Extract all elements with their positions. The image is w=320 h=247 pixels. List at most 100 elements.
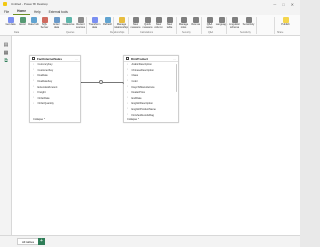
qa-icon (206, 17, 213, 23)
field-row[interactable]: ▫ OrderQuantity (30, 101, 80, 107)
ribbon-button-label: Q&A setup (206, 23, 213, 29)
report-view-icon[interactable]: ▤ (3, 42, 9, 48)
ribbon-button-view-as[interactable]: View as (190, 17, 201, 27)
ribbon-button-label: Enter data (53, 23, 60, 29)
ribbon-button-label: New measure (130, 23, 141, 29)
menu-tabs: File Home Help External tools (0, 8, 300, 15)
field-type-icon: ▫ (33, 62, 34, 66)
collapse-button[interactable]: Collapse ^ (33, 118, 45, 121)
ribbon-button-roles[interactable]: Manage roles (178, 17, 189, 30)
ribbon-separator (226, 17, 227, 34)
add-page-button[interactable]: + (38, 238, 45, 245)
ribbon-button-recent[interactable]: Recent sources (75, 17, 86, 30)
field-type-icon: ▫ (33, 90, 34, 94)
ribbon-button-label: Data hub (28, 23, 39, 26)
field-name: ExtendedAmount (37, 85, 58, 89)
ribbon-button-quick-measure[interactable]: Quick measure (142, 17, 153, 30)
new-table-icon (166, 17, 173, 23)
table-view-icon[interactable]: ▦ (3, 50, 9, 56)
ribbon-button-table[interactable]: Enter data (51, 17, 62, 30)
ribbon-button-label: Manage roles (178, 23, 189, 29)
field-type-icon: ▫ (127, 84, 128, 88)
language-icon (218, 17, 225, 23)
recent-icon (77, 17, 84, 23)
ribbon-separator (128, 17, 129, 34)
ribbon-button-database[interactable]: Get data (5, 17, 16, 27)
page-tab-all-tables[interactable]: All tables (17, 238, 40, 245)
ribbon-button-data-hub[interactable]: Data hub (28, 17, 39, 27)
table-card-factinternetsales[interactable]: FactInternetSales ··· ▫ CurrencyKey ▫ Custo… (29, 55, 81, 123)
field-name: EndDate (131, 96, 142, 100)
field-type-icon: ▫ (127, 90, 128, 94)
ribbon-button-label: Publish (281, 23, 290, 26)
new-column-icon (155, 17, 162, 23)
maximize-button[interactable]: □ (282, 2, 284, 7)
transform-icon (91, 17, 98, 23)
field-list: ▫ CurrencyKey ▫ CustomerKey ▫ DueDate ▫ DueDate… (30, 62, 80, 107)
ribbon-button-calculator[interactable]: New measure (130, 17, 141, 30)
window-title: Untitled - Power BI Desktop (11, 2, 48, 6)
ribbon-button-publish[interactable]: Publish (280, 17, 291, 27)
ribbon-button-dataverse[interactable]: Dataverse (63, 17, 74, 27)
field-list: ▫ ArabicDescription ▫ ChineseDescription ▫ Cl… (124, 62, 178, 118)
model-canvas[interactable]: FactInternetSales ··· ▫ CurrencyKey ▫ Custo… (12, 36, 300, 235)
ribbon-separator (201, 17, 202, 34)
more-options-icon[interactable]: ··· (173, 57, 176, 61)
refresh-icon (104, 17, 111, 23)
powerbi-logo-icon (3, 2, 7, 6)
data-hub-icon (30, 17, 37, 23)
ribbon-button-label: New column (154, 23, 163, 29)
view-switcher: ▤ ▦ ⧉ (0, 36, 12, 235)
ribbon-button-label: View as (190, 23, 201, 26)
schema-icon (231, 17, 238, 23)
ribbon-button-label: Get data (5, 23, 16, 26)
ribbon-button-sensitivity[interactable]: Sensitivity (243, 17, 254, 27)
ribbon-button-refresh[interactable]: Refresh (102, 17, 113, 27)
ribbon-button-label: Linguistic schema (229, 23, 240, 29)
field-type-icon: ▫ (127, 79, 128, 83)
page-tabs-bar: All tables + (0, 235, 300, 247)
one-cardinality-marker: 1 (122, 81, 124, 85)
minimize-button[interactable]: ─ (273, 2, 276, 7)
ribbon-button-new-table[interactable]: New table (164, 17, 175, 30)
ribbon-button-excel[interactable]: Excel (17, 17, 28, 27)
field-name: Freight (37, 91, 46, 95)
ribbon-button-label: SQL Server (40, 23, 49, 29)
database-icon (7, 17, 14, 23)
ribbon-button-sql-server[interactable]: SQL Server (39, 17, 50, 30)
ribbon-button-relationships[interactable]: Manage relationships (114, 17, 129, 30)
more-options-icon[interactable]: ··· (75, 57, 78, 61)
ribbon-button-qa[interactable]: Q&A setup (204, 17, 215, 30)
sensitivity-icon (245, 17, 252, 23)
ribbon-button-label: Dataverse (62, 23, 75, 26)
field-name: ArabicDescription (131, 63, 152, 67)
field-name: DueDateKey (37, 80, 53, 84)
title-bar: Untitled - Power BI Desktop ─ □ ✕ (0, 0, 300, 8)
ribbon-separator (274, 17, 275, 34)
field-name: EnglishProductName (131, 108, 156, 112)
close-button[interactable]: ✕ (291, 2, 294, 7)
dataverse-icon (65, 17, 72, 23)
field-type-icon: ▫ (33, 84, 34, 88)
field-name: Class (131, 74, 139, 78)
ribbon-button-transform[interactable]: Transform data (89, 17, 100, 30)
model-view-icon[interactable]: ⧉ (3, 58, 9, 64)
field-type-icon: ▫ (127, 112, 128, 116)
quick-measure-icon (144, 17, 151, 23)
ribbon-button-label: New table (166, 23, 173, 29)
ribbon: Get data Excel Data hub SQL Server Enter dat… (0, 15, 300, 36)
field-type-icon: ▫ (33, 68, 34, 72)
ribbon-button-schema[interactable]: Linguistic schema (229, 17, 240, 30)
relationship-direction-icon[interactable] (99, 80, 103, 84)
field-type-icon: ▫ (127, 107, 128, 111)
field-type-icon: ▫ (33, 96, 34, 100)
field-name: Color (131, 80, 138, 84)
collapse-button[interactable]: Collapse ^ (127, 118, 139, 121)
field-name: OrderQuantity (37, 102, 54, 106)
ribbon-button-new-column[interactable]: New column (153, 17, 164, 30)
table-icon (32, 57, 35, 60)
ribbon-button-label: Manage relationships (114, 23, 129, 29)
field-type-icon: ▫ (33, 73, 34, 77)
field-list-scrollbar[interactable] (175, 64, 177, 92)
table-card-dimproduct[interactable]: DimProduct ··· ▫ ArabicDescription ▫ Chines… (123, 55, 179, 123)
